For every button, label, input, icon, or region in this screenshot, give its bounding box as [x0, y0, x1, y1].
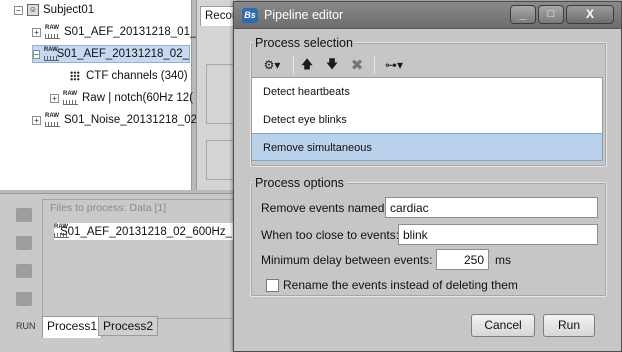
arrow-down-icon: 🡇	[325, 56, 339, 71]
process-options-title: Process options	[253, 176, 346, 190]
process-item-detect-heartbeats[interactable]: Detect heartbeats	[252, 78, 602, 106]
rename-events-checkbox[interactable]	[266, 279, 279, 292]
min-delay-label: Minimum delay between events:	[261, 253, 433, 267]
gear-dropdown-icon: ⚙▾	[263, 58, 281, 72]
arrow-up-icon: 🡅	[300, 56, 314, 71]
expand-icon[interactable]: +	[50, 93, 59, 103]
tree-item-label: S01_Noise_20131218_02	[64, 114, 198, 126]
too-close-label: When too close to events:	[261, 228, 400, 242]
toolbar-separator	[374, 56, 375, 74]
raw-file-icon: RAW	[45, 113, 60, 127]
file-label: S01_AEF_20131218_02_600Hz_	[59, 225, 232, 238]
rename-events-label[interactable]: Rename the events instead of deleting th…	[283, 278, 518, 292]
tree-row-raw-file-2[interactable]: − RAW S01_AEF_20131218_02_	[32, 45, 190, 63]
add-process-button[interactable]: ⚙▾	[257, 55, 287, 75]
sources-type-icon[interactable]	[16, 236, 32, 250]
move-down-button[interactable]: 🡇	[324, 55, 340, 75]
raw-file-icon: RAW	[45, 25, 60, 39]
process-item-remove-simultaneous[interactable]: Remove simultaneous	[252, 133, 602, 161]
dialog-titlebar[interactable]: Bs Pipeline editor _ □ X	[234, 2, 621, 29]
delete-x-icon: ✖	[350, 57, 364, 74]
timefreq-type-icon[interactable]	[16, 264, 32, 278]
tree-row-raw-notch[interactable]: + RAW Raw | notch(60Hz 12(	[50, 89, 193, 107]
files-to-process-legend: Files to process: Data [1]	[50, 202, 167, 214]
tree-item-label: S01_AEF_20131218_02_	[56, 48, 189, 60]
minimize-button[interactable]: _	[510, 5, 536, 24]
tree-row-raw-file-1[interactable]: + RAW S01_AEF_20131218_01_	[32, 23, 196, 41]
raw-file-icon: RAW	[43, 47, 59, 61]
process-list: Detect heartbeats Detect eye blinks Remo…	[251, 77, 603, 161]
pipeline-menu-button[interactable]: ⊶▾	[381, 55, 407, 75]
remove-events-input[interactable]	[385, 197, 598, 218]
run-label[interactable]: RUN	[16, 321, 36, 331]
dialog-title: Pipeline editor	[264, 8, 344, 22]
tree-row-noise-file[interactable]: + RAW S01_Noise_20131218_02	[32, 111, 197, 129]
min-delay-input[interactable]	[436, 249, 489, 270]
move-up-button[interactable]: 🡅	[299, 55, 315, 75]
brainstorm-app-icon: Bs	[242, 8, 258, 23]
collapse-icon[interactable]: −	[14, 5, 23, 15]
raw-file-icon: RAW	[54, 224, 69, 238]
toolbar-separator	[293, 56, 294, 74]
tree-item-label: S01_AEF_20131218_01_	[64, 26, 197, 38]
record-group-box	[206, 64, 236, 124]
maximize-button[interactable]: □	[538, 5, 564, 24]
tab-process2[interactable]: Process2	[98, 316, 159, 336]
channels-icon	[70, 71, 80, 81]
tree-item-label: Raw | notch(60Hz 12(	[82, 92, 194, 104]
min-delay-unit: ms	[495, 253, 511, 267]
process-selection-title: Process selection	[253, 36, 355, 50]
tree-item-label: CTF channels (340)	[86, 70, 188, 82]
close-button[interactable]: X	[566, 5, 614, 24]
cancel-button[interactable]: Cancel	[471, 314, 535, 337]
subject-icon: ☺	[27, 4, 39, 16]
remove-events-label: Remove events named:	[261, 201, 388, 215]
raw-file-icon: RAW	[63, 91, 78, 105]
tree-row-subject[interactable]: − ☺ Subject01	[14, 1, 94, 19]
delete-process-button[interactable]: ✖	[348, 55, 366, 75]
run-button[interactable]: Run	[543, 314, 595, 337]
matrix-type-icon[interactable]	[16, 292, 32, 306]
events-group-box	[206, 140, 236, 180]
process-file-row[interactable]: RAW S01_AEF_20131218_02_600Hz_	[54, 223, 236, 240]
too-close-input[interactable]	[398, 224, 598, 245]
collapse-icon[interactable]: −	[33, 49, 40, 59]
files-to-process-box	[42, 199, 236, 319]
subject-label: Subject01	[43, 4, 95, 16]
data-type-icon[interactable]	[16, 208, 32, 222]
tree-row-channels[interactable]: CTF channels (340)	[70, 67, 188, 85]
tab-process1[interactable]: Process1	[42, 316, 103, 338]
tree-dropdown-icon: ⊶▾	[384, 58, 404, 72]
expand-icon[interactable]: +	[32, 115, 41, 125]
process-item-detect-eye-blinks[interactable]: Detect eye blinks	[252, 106, 602, 134]
expand-icon[interactable]: +	[32, 27, 41, 37]
process-toolbar: ⚙▾ 🡅 🡇 ✖ ⊶▾	[251, 52, 602, 78]
